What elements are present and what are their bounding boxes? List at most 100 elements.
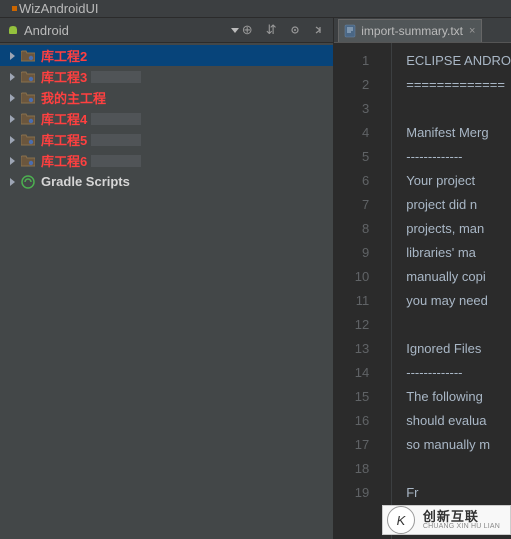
android-icon bbox=[6, 23, 20, 37]
watermark-logo: K bbox=[387, 506, 415, 534]
code-line[interactable]: Manifest Merg bbox=[406, 121, 511, 145]
editor-panel: import-summary.txt × 1234567891011121314… bbox=[334, 18, 511, 539]
collapse-icon[interactable] bbox=[311, 22, 327, 38]
tree-item-module[interactable]: 库工程6 bbox=[0, 150, 333, 171]
code-line[interactable]: Fr bbox=[406, 481, 511, 505]
redacted-text bbox=[91, 155, 141, 167]
code-line[interactable] bbox=[406, 457, 511, 481]
tree-item-module[interactable]: 库工程3 bbox=[0, 66, 333, 87]
line-number: 19 bbox=[334, 481, 391, 505]
editor-tab-bar[interactable]: import-summary.txt × bbox=[334, 18, 511, 43]
expand-arrow-icon[interactable] bbox=[10, 94, 15, 102]
code-line[interactable]: Your project bbox=[406, 169, 511, 193]
folder-icon bbox=[21, 113, 35, 125]
tree-item-module[interactable]: 我的主工程 bbox=[0, 87, 333, 108]
target-icon[interactable]: ⊕ bbox=[239, 22, 255, 38]
editor[interactable]: 12345678910111213141516171819 ECLIPSE AN… bbox=[334, 43, 511, 539]
watermark-cn: 创新互联 bbox=[423, 510, 500, 523]
code-line[interactable]: Ignored Files bbox=[406, 337, 511, 361]
code-line[interactable]: ------------- bbox=[406, 145, 511, 169]
tree-item-label: 库工程2 bbox=[41, 46, 87, 65]
line-number: 11 bbox=[334, 289, 391, 313]
panel-header-actions: ⊕ ⇵ bbox=[239, 22, 327, 38]
line-number: 15 bbox=[334, 385, 391, 409]
gradle-icon bbox=[21, 175, 35, 189]
line-number: 10 bbox=[334, 265, 391, 289]
line-number: 4 bbox=[334, 121, 391, 145]
line-number: 6 bbox=[334, 169, 391, 193]
project-panel-header[interactable]: Android ⊕ ⇵ bbox=[0, 18, 333, 43]
line-number: 16 bbox=[334, 409, 391, 433]
code-line[interactable]: project did n bbox=[406, 193, 511, 217]
folder-icon bbox=[21, 71, 35, 83]
line-number: 5 bbox=[334, 145, 391, 169]
line-number: 8 bbox=[334, 217, 391, 241]
project-panel: Android ⊕ ⇵ 库工程2 库工程3 我的主工程库工程4 库工程5 库工程6 Gra… bbox=[0, 18, 334, 539]
tab-label: import-summary.txt bbox=[361, 24, 463, 38]
code-line[interactable]: you may need bbox=[406, 289, 511, 313]
svg-text:K: K bbox=[397, 513, 407, 528]
watermark-text: 创新互联 CHUANG XIN HU LIAN bbox=[423, 510, 500, 530]
code-line[interactable]: ------------- bbox=[406, 361, 511, 385]
split-icon[interactable]: ⇵ bbox=[263, 22, 279, 38]
tree-item-gradle-scripts[interactable]: Gradle Scripts bbox=[0, 171, 333, 192]
code-line[interactable]: projects, man bbox=[406, 217, 511, 241]
line-number: 2 bbox=[334, 73, 391, 97]
line-number: 12 bbox=[334, 313, 391, 337]
tree-item-label: 我的主工程 bbox=[41, 88, 106, 107]
tree-item-label: 库工程5 bbox=[41, 130, 87, 149]
redacted-text bbox=[91, 71, 141, 83]
tree-item-label: 库工程6 bbox=[41, 151, 87, 170]
tree-item-label: Gradle Scripts bbox=[41, 174, 130, 189]
tab-import-summary[interactable]: import-summary.txt × bbox=[338, 19, 482, 42]
line-number: 13 bbox=[334, 337, 391, 361]
folder-icon bbox=[21, 50, 35, 62]
line-number: 1 bbox=[334, 49, 391, 73]
window-title: WizAndroidUI bbox=[0, 0, 511, 18]
line-number: 18 bbox=[334, 457, 391, 481]
expand-arrow-icon[interactable] bbox=[10, 178, 15, 186]
close-icon[interactable]: × bbox=[467, 25, 477, 37]
panel-view-label[interactable]: Android bbox=[24, 23, 227, 38]
tree-item-module[interactable]: 库工程4 bbox=[0, 108, 333, 129]
text-file-icon bbox=[343, 24, 357, 38]
code-line[interactable]: The following bbox=[406, 385, 511, 409]
watermark-py: CHUANG XIN HU LIAN bbox=[423, 523, 500, 530]
tree-item-label: 库工程4 bbox=[41, 109, 87, 128]
expand-arrow-icon[interactable] bbox=[10, 73, 15, 81]
folder-icon bbox=[21, 134, 35, 146]
redacted-text bbox=[91, 113, 141, 125]
folder-icon bbox=[21, 155, 35, 167]
folder-icon bbox=[21, 92, 35, 104]
code-line[interactable]: so manually m bbox=[406, 433, 511, 457]
gear-icon[interactable] bbox=[287, 22, 303, 38]
tree-item-label: 库工程3 bbox=[41, 67, 87, 86]
watermark: K 创新互联 CHUANG XIN HU LIAN bbox=[382, 505, 511, 535]
line-number: 7 bbox=[334, 193, 391, 217]
main-area: Android ⊕ ⇵ 库工程2 库工程3 我的主工程库工程4 库工程5 库工程6 Gra… bbox=[0, 18, 511, 539]
chevron-down-icon[interactable] bbox=[231, 28, 239, 33]
expand-arrow-icon[interactable] bbox=[10, 52, 15, 60]
code-line[interactable]: manually copi bbox=[406, 265, 511, 289]
code-line[interactable]: should evalua bbox=[406, 409, 511, 433]
expand-arrow-icon[interactable] bbox=[10, 157, 15, 165]
redacted-text bbox=[91, 134, 141, 146]
window-title-text: WizAndroidUI bbox=[19, 1, 98, 16]
code-line[interactable]: ============= bbox=[406, 73, 511, 97]
project-tree[interactable]: 库工程2 库工程3 我的主工程库工程4 库工程5 库工程6 Gradle Scripts bbox=[0, 43, 333, 539]
tree-item-module[interactable]: 库工程2 bbox=[0, 45, 333, 66]
tree-item-module[interactable]: 库工程5 bbox=[0, 129, 333, 150]
line-number: 17 bbox=[334, 433, 391, 457]
code-line[interactable]: libraries' ma bbox=[406, 241, 511, 265]
editor-gutter: 12345678910111213141516171819 bbox=[334, 43, 392, 539]
line-number: 3 bbox=[334, 97, 391, 121]
editor-code[interactable]: ECLIPSE ANDRO=============Manifest Merg-… bbox=[392, 43, 511, 539]
line-number: 9 bbox=[334, 241, 391, 265]
code-line[interactable] bbox=[406, 313, 511, 337]
expand-arrow-icon[interactable] bbox=[10, 115, 15, 123]
expand-arrow-icon[interactable] bbox=[10, 136, 15, 144]
line-number: 14 bbox=[334, 361, 391, 385]
window-icon bbox=[12, 6, 17, 11]
code-line[interactable]: ECLIPSE ANDRO bbox=[406, 49, 511, 73]
code-line[interactable] bbox=[406, 97, 511, 121]
